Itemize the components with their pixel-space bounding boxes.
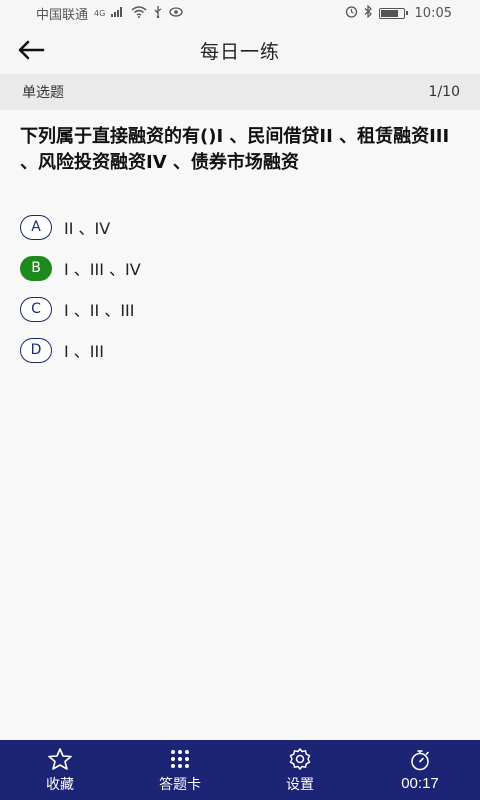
option-letter: B xyxy=(20,255,52,281)
option-text: I 、II 、III xyxy=(64,301,135,320)
stopwatch-icon xyxy=(407,748,433,772)
timer-button[interactable]: 00:17 xyxy=(360,740,480,800)
option-a[interactable]: A II 、IV xyxy=(20,212,460,242)
signal-icon xyxy=(111,6,125,20)
answer-card-button[interactable]: 答题卡 xyxy=(120,740,240,800)
eye-icon xyxy=(169,6,183,20)
option-text: I 、III 、IV xyxy=(64,260,141,279)
favorite-label: 收藏 xyxy=(46,776,74,793)
option-b[interactable]: B I 、III 、IV xyxy=(20,253,460,283)
option-letter: C xyxy=(20,296,52,322)
settings-label: 设置 xyxy=(286,776,314,793)
battery-icon xyxy=(378,7,408,19)
page-title: 每日一练 xyxy=(199,40,280,63)
bottom-bar: 收藏 答题卡 设置 00:17 xyxy=(0,740,480,800)
usb-icon xyxy=(153,5,163,21)
option-letter: D xyxy=(20,337,52,363)
grid-icon xyxy=(167,747,193,771)
settings-button[interactable]: 设置 xyxy=(240,740,360,800)
answer-card-label: 答题卡 xyxy=(159,776,201,793)
status-right: 10:05 xyxy=(345,4,452,21)
favorite-button[interactable]: 收藏 xyxy=(0,740,120,800)
gear-icon xyxy=(287,747,313,771)
option-text: II 、IV xyxy=(64,219,111,238)
option-text: I 、III xyxy=(64,342,104,361)
status-left: 中国联通 4G xyxy=(36,4,183,23)
alarm-icon xyxy=(345,5,358,21)
back-arrow-icon xyxy=(18,40,45,60)
bluetooth-icon xyxy=(364,4,373,21)
question-type: 单选题 xyxy=(22,85,64,101)
question-text: 下列属于直接融资的有()I 、民间借贷II 、租赁融资III 、风险投资融资IV… xyxy=(20,126,450,173)
timer-value: 00:17 xyxy=(401,775,439,792)
option-c[interactable]: C I 、II 、III xyxy=(20,294,460,324)
carrier-name: 中国联通 xyxy=(36,7,89,23)
status-time: 10:05 xyxy=(414,5,452,21)
star-icon xyxy=(47,747,73,771)
back-button[interactable] xyxy=(14,34,48,66)
status-bar: 中国联通 4G 10:05 xyxy=(0,0,480,26)
option-d[interactable]: D I 、III xyxy=(20,335,460,365)
wifi-icon xyxy=(131,5,147,21)
header: 每日一练 xyxy=(0,26,480,74)
option-letter: A xyxy=(20,214,52,240)
network-type: 4G xyxy=(94,8,106,18)
options-list: A II 、IV B I 、III 、IV C I 、II 、III D I 、… xyxy=(20,212,460,376)
question-type-bar: 单选题 1/10 xyxy=(0,74,480,110)
question-progress: 1/10 xyxy=(428,84,460,100)
